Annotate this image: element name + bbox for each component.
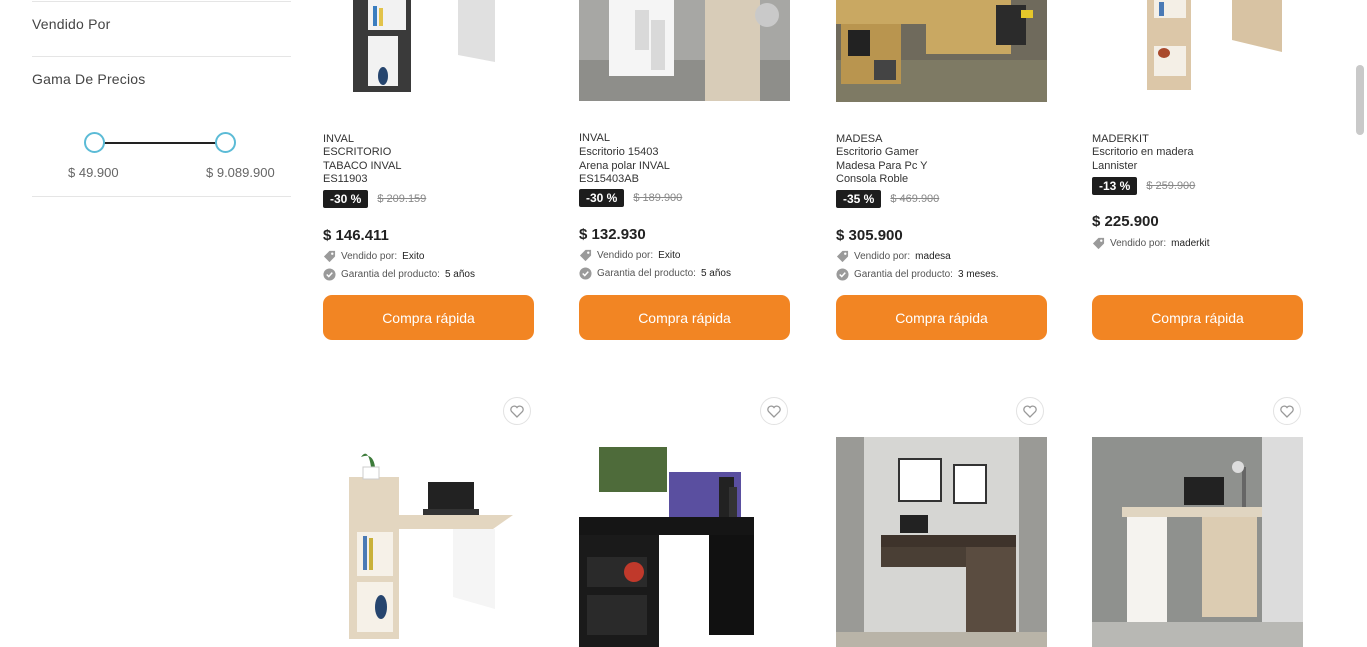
favorite-button[interactable] — [1016, 397, 1044, 425]
sold-by-row: Vendido por: maderkit — [1092, 237, 1210, 250]
price-range-track[interactable] — [96, 142, 226, 144]
warranty-label: Garantia del producto: — [597, 268, 696, 279]
filter-sold-by-title[interactable]: Vendido Por — [32, 16, 110, 32]
sold-by-row: Vendido por: madesa — [836, 250, 951, 263]
discount-badge: -30 % — [579, 189, 625, 207]
product-image[interactable] — [579, 437, 790, 647]
heart-icon — [767, 404, 781, 418]
sold-by-row: Vendido por: Exito — [323, 250, 424, 263]
heart-icon — [1023, 404, 1037, 418]
sold-by-value: Exito — [658, 250, 681, 261]
product-image[interactable] — [836, 437, 1047, 647]
price-max-value: $ 9.089.900 — [206, 165, 275, 180]
discount-row: -30 % $ 209.159 — [323, 190, 426, 208]
page-scrollbar[interactable] — [1353, 0, 1367, 647]
warranty-value: 5 años — [700, 268, 731, 279]
tag-icon — [323, 250, 336, 263]
quick-buy-button[interactable]: Compra rápida — [579, 295, 790, 340]
product-price: $ 146.411 — [323, 227, 389, 244]
quick-buy-button[interactable]: Compra rápida — [836, 295, 1047, 340]
sold-by-label: Vendido por: — [597, 250, 654, 261]
check-badge-icon — [579, 267, 592, 280]
warranty-row: Garantia del producto: 3 meses. — [836, 268, 999, 281]
product-image[interactable] — [323, 0, 534, 100]
product-brand: INVAL — [579, 132, 610, 144]
price-min-value: $ 49.900 — [68, 165, 119, 180]
sold-by-label: Vendido por: — [854, 251, 911, 262]
divider — [32, 1, 291, 2]
sold-by-value: madesa — [915, 251, 951, 262]
product-price: $ 305.900 — [836, 227, 903, 244]
filter-price-range-title[interactable]: Gama De Precios — [32, 71, 145, 87]
old-price: $ 469.900 — [890, 193, 940, 205]
sold-by-value: Exito — [402, 251, 425, 262]
divider — [32, 56, 291, 57]
tag-icon — [1092, 237, 1105, 250]
product-image[interactable] — [579, 0, 790, 101]
sold-by-label: Vendido por: — [341, 251, 398, 262]
price-max-handle[interactable] — [215, 132, 236, 153]
product-name[interactable]: Escritorio 15403 Arena polar INVAL ES154… — [579, 146, 689, 187]
check-badge-icon — [836, 268, 849, 281]
discount-badge: -35 % — [836, 190, 882, 208]
tag-icon — [836, 250, 849, 263]
heart-icon — [510, 404, 524, 418]
old-price: $ 209.159 — [377, 193, 427, 205]
product-name[interactable]: Escritorio en madera Lannister — [1092, 146, 1212, 173]
discount-badge: -13 % — [1092, 177, 1138, 195]
warranty-label: Garantia del producto: — [341, 269, 440, 280]
favorite-button[interactable] — [1273, 397, 1301, 425]
favorite-button[interactable] — [760, 397, 788, 425]
product-brand: MADERKIT — [1092, 133, 1149, 145]
warranty-label: Garantia del producto: — [854, 269, 953, 280]
product-brand: INVAL — [323, 133, 354, 145]
divider — [32, 196, 291, 197]
sold-by-row: Vendido por: Exito — [579, 249, 680, 262]
warranty-row: Garantia del producto: 5 años — [323, 268, 475, 281]
product-image[interactable] — [1092, 0, 1303, 95]
scrollbar-thumb[interactable] — [1356, 65, 1364, 135]
discount-row: -30 % $ 189.900 — [579, 189, 682, 207]
heart-icon — [1280, 404, 1294, 418]
warranty-value: 3 meses. — [957, 269, 999, 280]
product-name[interactable]: ESCRITORIO TABACO INVAL ES11903 — [323, 146, 418, 187]
discount-row: -13 % $ 259.900 — [1092, 177, 1195, 195]
favorite-button[interactable] — [503, 397, 531, 425]
old-price: $ 189.900 — [633, 192, 683, 204]
price-min-handle[interactable] — [84, 132, 105, 153]
product-price: $ 225.900 — [1092, 213, 1159, 230]
product-name[interactable]: Escritorio Gamer Madesa Para Pc Y Consol… — [836, 146, 946, 187]
discount-row: -35 % $ 469.900 — [836, 190, 939, 208]
old-price: $ 259.900 — [1146, 180, 1196, 192]
product-brand: MADESA — [836, 133, 883, 145]
product-image[interactable] — [1092, 437, 1303, 647]
product-image[interactable] — [323, 437, 534, 647]
sold-by-label: Vendido por: — [1110, 238, 1167, 249]
tag-icon — [579, 249, 592, 262]
warranty-value: 5 años — [444, 269, 475, 280]
product-image[interactable] — [836, 0, 1047, 102]
warranty-row: Garantia del producto: 5 años — [579, 267, 731, 280]
quick-buy-button[interactable]: Compra rápida — [323, 295, 534, 340]
discount-badge: -30 % — [323, 190, 369, 208]
sold-by-value: maderkit — [1171, 238, 1210, 249]
quick-buy-button[interactable]: Compra rápida — [1092, 295, 1303, 340]
product-price: $ 132.930 — [579, 226, 646, 243]
check-badge-icon — [323, 268, 336, 281]
